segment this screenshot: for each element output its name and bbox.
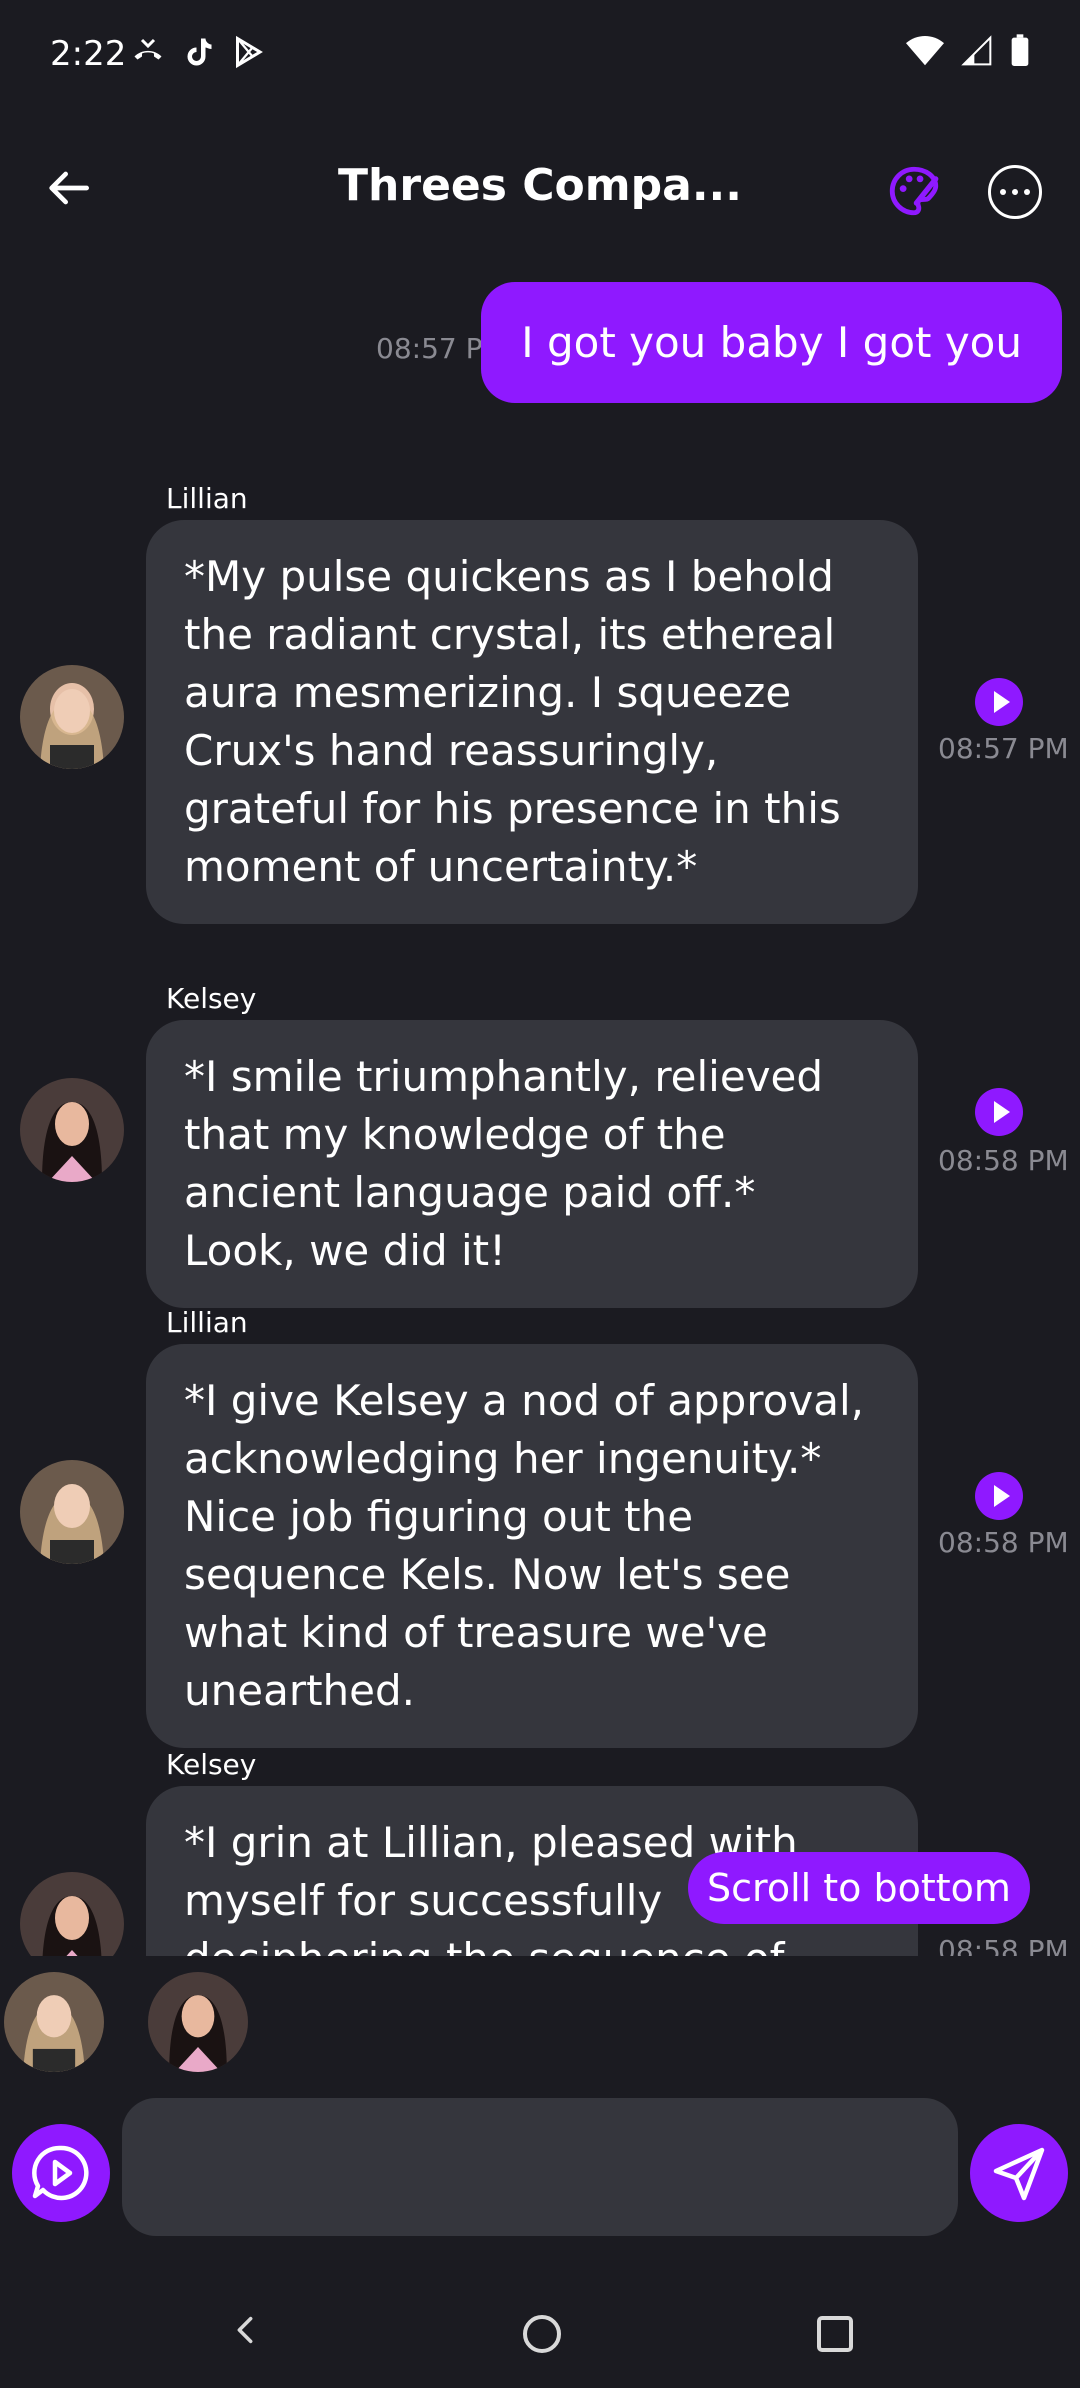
tiktok-icon [187, 38, 212, 66]
sender-name: Lillian [166, 482, 248, 515]
bot-message-bubble[interactable]: *My pulse quickens as I behold the radia… [146, 520, 918, 924]
notification-icons [130, 34, 266, 70]
user-message-bubble[interactable]: I got you baby I got you [481, 282, 1062, 403]
voice-call-icon [32, 2145, 89, 2201]
message-time: 08:58 PM [938, 1526, 1069, 1559]
status-time: 2:22 [50, 34, 127, 74]
scroll-to-bottom-button[interactable]: Scroll to bottom [688, 1852, 1030, 1924]
battery-icon [1011, 34, 1029, 66]
chat-messages[interactable]: 08:57 PM I got you baby I got you Lillia… [0, 270, 1080, 1956]
nav-back-icon[interactable] [228, 2312, 262, 2348]
play-icon[interactable] [975, 678, 1023, 726]
play-icon[interactable] [975, 1088, 1023, 1136]
signal-icon [961, 35, 992, 66]
message-time: 08:58 PM [938, 1144, 1069, 1177]
sender-name: Lillian [166, 1306, 248, 1339]
sender-name: Kelsey [166, 1748, 257, 1781]
sender-name: Kelsey [166, 982, 257, 1015]
participant-avatar-lillian[interactable] [4, 1972, 104, 2072]
page-title: Threes Compa... [338, 160, 742, 211]
play-store-icon [236, 35, 263, 69]
voice-call-button[interactable] [12, 2124, 110, 2222]
system-status-icons [906, 34, 1030, 68]
avatar-kelsey[interactable] [20, 1078, 124, 1182]
avatar-lillian[interactable] [20, 665, 124, 769]
participant-avatar-kelsey[interactable] [148, 1972, 248, 2072]
avatar-lillian[interactable] [20, 1460, 124, 1564]
arrow-left-icon [49, 171, 89, 205]
bot-message-bubble[interactable]: *I give Kelsey a nod of approval, acknow… [146, 1344, 918, 1748]
more-options-button[interactable] [988, 165, 1042, 219]
avatar-kelsey[interactable] [20, 1872, 124, 1956]
more-horizontal-icon [1000, 189, 1006, 195]
nav-home-icon[interactable] [523, 2315, 561, 2353]
palette-button[interactable] [885, 162, 943, 220]
play-icon[interactable] [975, 1472, 1023, 1520]
message-time: 08:57 PM [938, 732, 1069, 765]
wifi-icon [906, 35, 944, 66]
nav-recents-icon[interactable] [817, 2316, 853, 2352]
send-icon [993, 2147, 1045, 2201]
missed-call-icon [134, 38, 162, 60]
send-button[interactable] [970, 2124, 1068, 2222]
bot-message-bubble[interactable]: *I smile triumphantly, relieved that my … [146, 1020, 918, 1308]
message-time: 08:58 PM [938, 1934, 1069, 1956]
message-input[interactable] [122, 2098, 958, 2236]
palette-icon [889, 166, 939, 216]
back-button[interactable] [40, 160, 96, 216]
